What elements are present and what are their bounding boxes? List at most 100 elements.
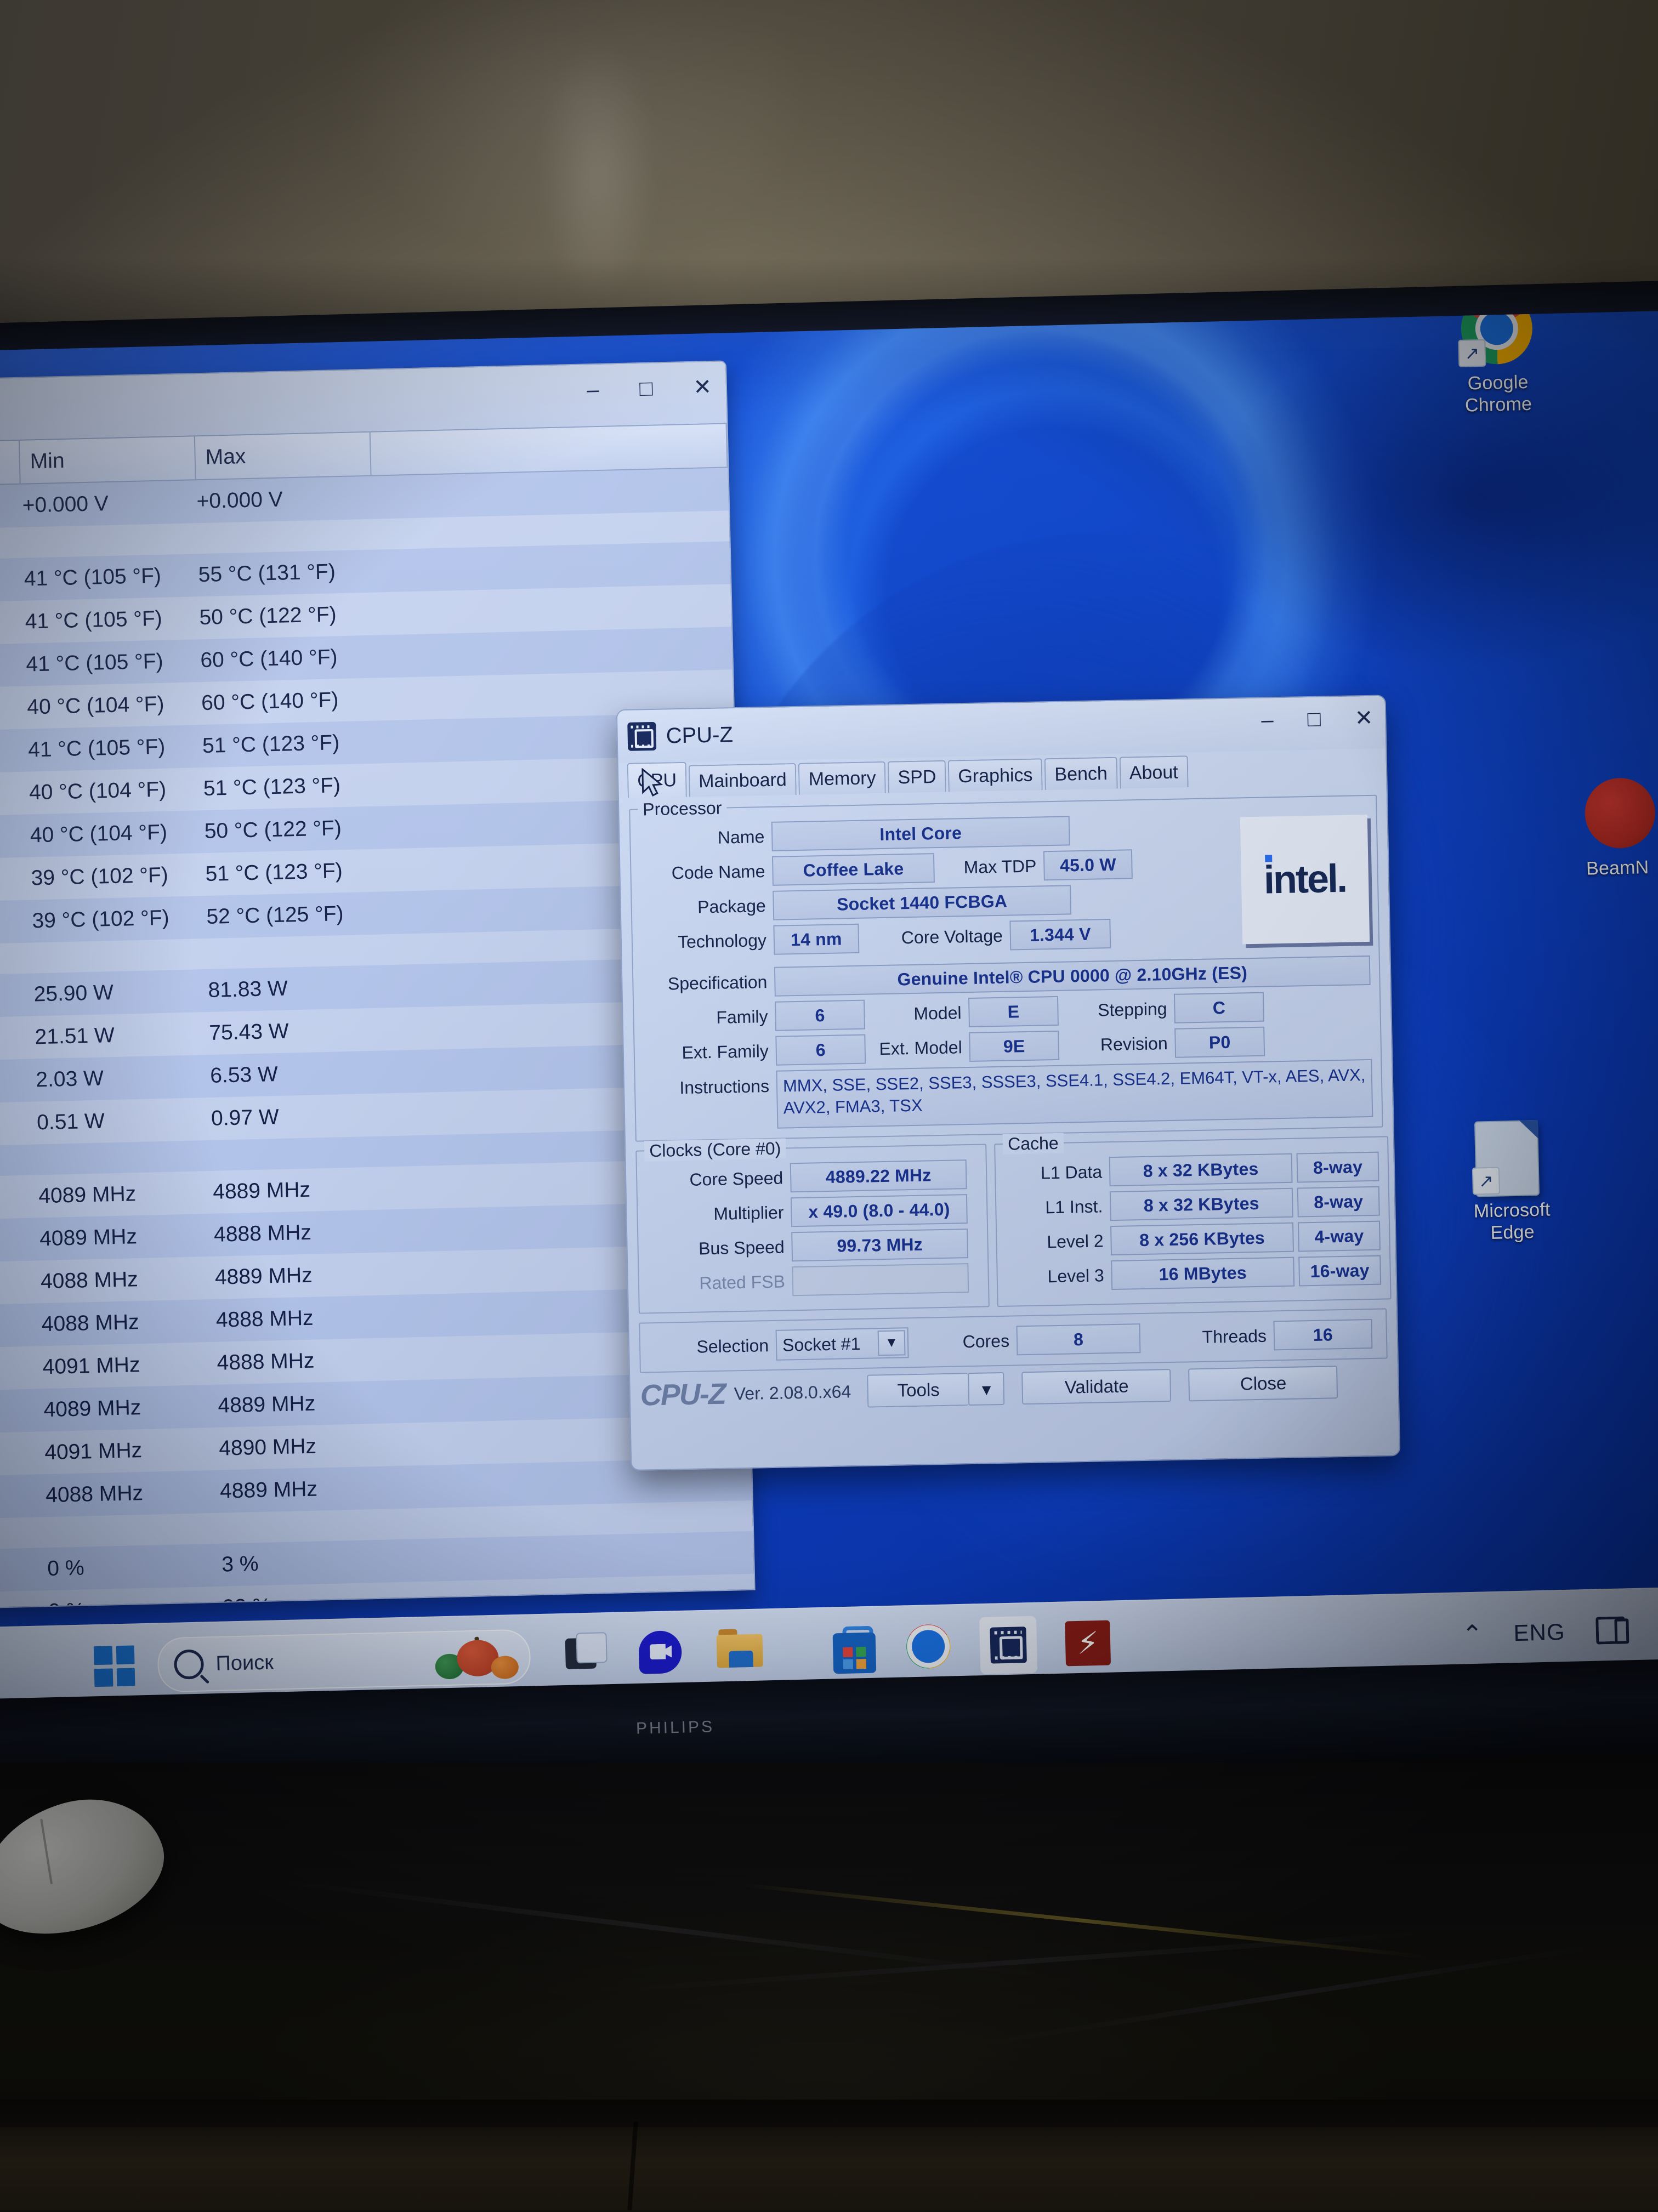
tab-label: Graphics xyxy=(958,764,1033,787)
chevron-down-icon[interactable]: ▼ xyxy=(877,1330,906,1356)
throttlestop-button[interactable]: ⚡ xyxy=(1065,1620,1111,1667)
cell-max: 50 °C (122 °F) xyxy=(199,602,337,630)
cell-min: 40 °C (104 °F) xyxy=(29,777,167,805)
desktop-icon-beamng[interactable]: BeamN xyxy=(1584,775,1658,880)
multiplier-value: x 49.0 (8.0 - 44.0) xyxy=(790,1194,968,1227)
chrome-icon xyxy=(906,1624,951,1669)
cpuz-window[interactable]: CPU-Z – □ ✕ CPU Mainboard Memory SPD Graphic… xyxy=(616,695,1401,1471)
monitor-screen: ↗ Google Chrome BeamN ↗ Microsoft Edge –… xyxy=(0,310,1658,1710)
cpuz-logo: CPU-Z xyxy=(640,1377,726,1412)
cpu-chip-icon xyxy=(990,1627,1027,1664)
tab-about[interactable]: About xyxy=(1119,755,1189,789)
chrome-icon: ↗ xyxy=(1458,310,1534,367)
cell-value: 4589 MHz xyxy=(0,1356,33,1384)
minimize-icon[interactable]: – xyxy=(587,378,599,402)
cache-size-value: 8 x 32 KBytes xyxy=(1109,1153,1293,1187)
validate-button[interactable]: Validate xyxy=(1021,1369,1172,1405)
package-label: Package xyxy=(697,895,766,917)
cell-min: 40 °C (104 °F) xyxy=(26,692,164,719)
cache-row: Level 3 16 MBytes 16-way xyxy=(1006,1255,1382,1292)
rated-fsb-value xyxy=(792,1263,969,1297)
multiplier-label: Multiplier xyxy=(713,1202,784,1224)
cell-max xyxy=(211,1525,385,1528)
cell-value: 40 °C (104 °F) xyxy=(0,909,22,937)
language-indicator[interactable]: ENG xyxy=(1513,1619,1565,1646)
column-header-min[interactable]: Min xyxy=(19,436,196,484)
code-name-label: Code Name xyxy=(671,861,765,883)
close-icon[interactable]: ✕ xyxy=(1354,706,1373,731)
search-placeholder: Поиск xyxy=(215,1651,274,1675)
tab-spd[interactable]: SPD xyxy=(887,760,946,793)
file-explorer-button[interactable] xyxy=(716,1629,763,1675)
cell-value: 4888 MHz xyxy=(0,1313,32,1341)
store-icon xyxy=(832,1625,877,1674)
rated-fsb-label: Rated FSB xyxy=(699,1271,786,1293)
maximize-icon[interactable]: □ xyxy=(639,377,653,401)
cell-min: 4089 MHz xyxy=(43,1396,141,1422)
column-header-value[interactable]: Value xyxy=(0,440,21,488)
cell-min: 2.03 W xyxy=(35,1066,104,1092)
close-icon[interactable]: ✕ xyxy=(693,375,712,400)
cell-min: 4088 MHz xyxy=(41,1310,140,1337)
selection-label: Selection xyxy=(696,1335,769,1357)
cell-max: 55 °C (131 °F) xyxy=(198,560,336,587)
tools-dropdown-arrow-icon[interactable]: ▾ xyxy=(968,1372,1005,1406)
tab-graphics[interactable]: Graphics xyxy=(947,758,1043,792)
cell-max xyxy=(202,1152,377,1156)
cache-level-label: L1 Inst. xyxy=(1045,1196,1103,1217)
intel-logo-text: intel. xyxy=(1263,855,1347,903)
socket-select[interactable]: Socket #1 ▼ xyxy=(775,1327,909,1361)
revision-label: Revision xyxy=(1100,1033,1168,1054)
tab-cpu[interactable]: CPU xyxy=(627,761,687,798)
cell-value: 41 °C (105 °F) xyxy=(0,824,20,852)
cell-max: 52 °C (125 °F) xyxy=(206,902,344,929)
cell-value: 42 °C (107 °F) xyxy=(0,567,14,595)
model-label: Model xyxy=(913,1002,962,1023)
cell-min: 41 °C (105 °F) xyxy=(27,735,166,762)
technology-label: Technology xyxy=(677,930,767,952)
monitor-brand-label: PHILIPS xyxy=(635,1718,715,1738)
desktop-icon-google-chrome[interactable]: ↗ Google Chrome xyxy=(1424,310,1570,418)
desktop-icon-microsoft-edge[interactable]: ↗ Microsoft Edge xyxy=(1439,1119,1584,1245)
cell-max: 50 °C (122 °F) xyxy=(204,816,342,844)
task-view-button[interactable] xyxy=(565,1632,611,1678)
core-speed-value: 4889.22 MHz xyxy=(790,1159,967,1193)
tab-bench[interactable]: Bench xyxy=(1044,757,1118,791)
tab-label: Bench xyxy=(1054,763,1108,785)
search-box[interactable]: Поиск xyxy=(157,1629,531,1693)
lightning-bolt-icon: ⚡ xyxy=(1065,1620,1111,1667)
maximize-icon[interactable]: □ xyxy=(1307,707,1321,731)
specification-label: Specification xyxy=(667,971,768,994)
cpuz-button[interactable] xyxy=(979,1616,1038,1681)
cell-max: 93 % xyxy=(222,1594,272,1613)
minimize-icon[interactable]: – xyxy=(1261,708,1274,732)
tab-mainboard[interactable]: Mainboard xyxy=(688,763,797,797)
cell-min xyxy=(37,1528,211,1532)
cell-value: 6.41 W xyxy=(0,1068,26,1096)
cell-value xyxy=(0,543,13,547)
cell-min: 0 % xyxy=(48,1599,86,1613)
monitor-network-icon[interactable] xyxy=(1595,1616,1629,1645)
windows-logo-icon xyxy=(93,1646,113,1665)
core-speed-label: Core Speed xyxy=(689,1168,783,1190)
chrome-button[interactable] xyxy=(906,1624,952,1670)
close-button[interactable]: Close xyxy=(1188,1366,1338,1402)
max-tdp-value: 45.0 W xyxy=(1043,849,1133,881)
family-label: Family xyxy=(716,1006,768,1027)
start-button[interactable] xyxy=(93,1645,135,1687)
revision-value: P0 xyxy=(1174,1026,1265,1058)
tools-button[interactable]: Tools xyxy=(867,1373,969,1408)
microsoft-store-button[interactable] xyxy=(832,1625,878,1674)
stepping-label: Stepping xyxy=(1097,998,1167,1020)
floor-wood-strip xyxy=(0,2127,1658,2210)
chat-button[interactable] xyxy=(638,1630,684,1676)
tab-memory[interactable]: Memory xyxy=(798,761,887,795)
column-header-max[interactable]: Max xyxy=(195,432,372,480)
tray-overflow-icon[interactable]: ⌃ xyxy=(1461,1620,1483,1649)
cell-value: 0 % xyxy=(0,1557,38,1585)
mouse-cursor-icon xyxy=(641,767,663,797)
cache-size-value: 8 x 32 KBytes xyxy=(1109,1187,1293,1221)
cell-max xyxy=(197,950,372,954)
cell-min: 4088 MHz xyxy=(45,1481,144,1508)
column-header-average[interactable] xyxy=(370,424,728,475)
